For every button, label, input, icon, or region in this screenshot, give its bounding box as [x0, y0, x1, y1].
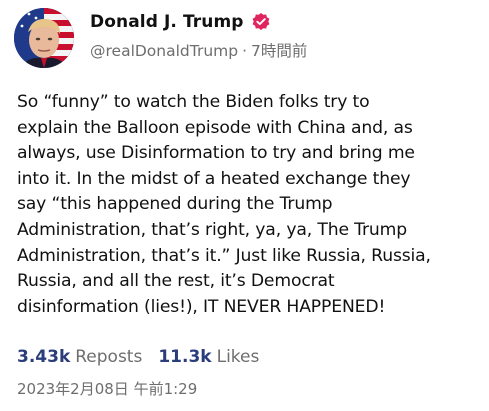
handle[interactable]: @realDonaldTrump	[90, 42, 238, 60]
handle-row: @realDonaldTrump · 7時間前	[90, 39, 307, 61]
author-info: Donald J. Trump @realDonaldTrump · 7時間前	[90, 10, 307, 61]
reposts-label: Reposts	[75, 347, 143, 367]
display-name-row: Donald J. Trump	[90, 10, 307, 34]
avatar-portrait-icon	[14, 8, 74, 68]
relative-time[interactable]: 7時間前	[251, 42, 307, 60]
separator-dot: ·	[242, 42, 248, 60]
likes-stat[interactable]: 11.3k Likes	[158, 347, 259, 367]
post-header: Donald J. Trump @realDonaldTrump · 7時間前	[10, 2, 480, 72]
post-timestamp: 2023年2月08日 午前1:29	[17, 380, 198, 398]
display-name[interactable]: Donald J. Trump	[90, 12, 244, 32]
verified-badge-icon	[251, 12, 271, 32]
likes-label: Likes	[216, 347, 260, 367]
avatar[interactable]	[14, 8, 74, 68]
post-text: So “funny” to watch the Biden folks try …	[17, 92, 431, 317]
reposts-stat[interactable]: 3.43k Reposts	[17, 347, 142, 367]
reposts-count: 3.43k	[17, 347, 71, 367]
post-card: Donald J. Trump @realDonaldTrump · 7時間前 So…	[0, 0, 489, 411]
likes-count: 11.3k	[158, 347, 212, 367]
post-stats: 3.43k Reposts 11.3k Likes	[17, 347, 259, 367]
